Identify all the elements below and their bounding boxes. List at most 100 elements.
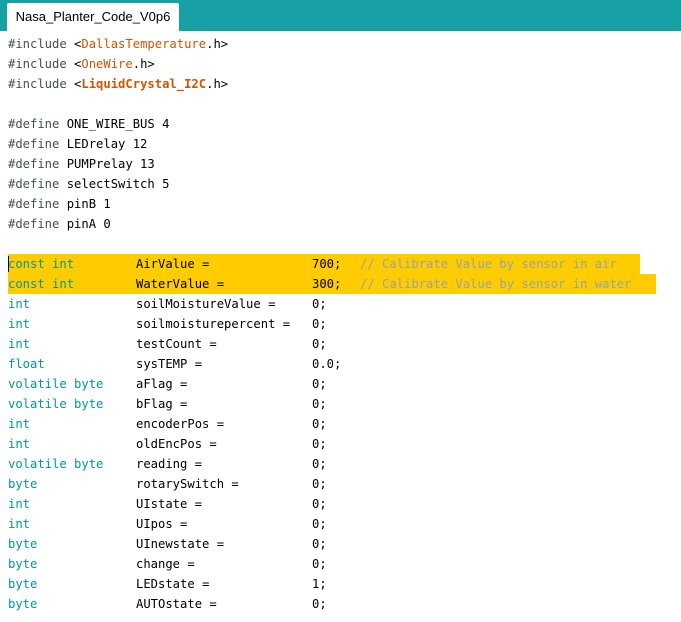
type-keyword: int: [8, 417, 31, 431]
variable-value: 0;: [312, 457, 327, 471]
code-line[interactable]: int oldEncPos = 0;: [0, 434, 681, 454]
code-line[interactable]: byte UInewstate = 0;: [0, 534, 681, 554]
variable-value: 0;: [312, 517, 327, 531]
code-text: PUMPrelay 13: [66, 157, 155, 171]
variable-name: LEDstate =: [136, 577, 210, 591]
type-keyword: byte: [8, 557, 38, 571]
code-editor[interactable]: #include < DallasTemperature .h> #include <…: [0, 34, 681, 622]
code-text: pinB 1: [66, 197, 111, 211]
variable-name: WaterValue =: [136, 277, 225, 291]
type-keyword: float: [8, 357, 45, 371]
code-line[interactable]: #define pinB 1: [0, 194, 681, 214]
code-line[interactable]: volatile byte bFlag = 0;: [0, 394, 681, 414]
code-line[interactable]: #include < LiquidCrystal_I2C .h>: [0, 74, 681, 94]
variable-name: rotarySwitch =: [136, 477, 239, 491]
code-text: <: [74, 57, 82, 71]
code-text: ONE_WIRE_BUS 4: [66, 117, 170, 131]
type-keyword: int: [8, 437, 31, 451]
code-line[interactable]: #define LEDrelay 12: [0, 134, 681, 154]
type-keyword: byte: [8, 477, 38, 491]
type-keyword: const int: [8, 257, 75, 271]
code-line[interactable]: int soilmoisturepercent = 0;: [0, 314, 681, 334]
code-line[interactable]: int soilMoistureValue = 0;: [0, 294, 681, 314]
code-line[interactable]: [0, 234, 681, 254]
variable-value: 1;: [312, 577, 327, 591]
tab-bar: Nasa_Planter_Code_V0p6: [0, 0, 681, 31]
code-line[interactable]: int encoderPos = 0;: [0, 414, 681, 434]
code-line[interactable]: byte LEDstate = 1;: [0, 574, 681, 594]
variable-name: soilmoisturepercent =: [136, 317, 291, 331]
code-line[interactable]: [0, 94, 681, 114]
variable-value: 0;: [312, 557, 327, 571]
variable-name: oldEncPos =: [136, 437, 217, 451]
code-text: selectSwitch 5: [66, 177, 170, 191]
variable-value: 300;: [312, 277, 342, 291]
preprocessor-directive: #include: [8, 37, 75, 51]
code-line[interactable]: #define selectSwitch 5: [0, 174, 681, 194]
code-line[interactable]: int testCount = 0;: [0, 334, 681, 354]
tab-sketch[interactable]: Nasa_Planter_Code_V0p6: [7, 3, 179, 31]
type-keyword: byte: [8, 597, 38, 611]
type-keyword: const int: [8, 277, 75, 291]
variable-value: 0.0;: [312, 357, 342, 371]
type-keyword: int: [8, 497, 31, 511]
library-name: OneWire: [81, 57, 133, 71]
code-line[interactable]: const int WaterValue = 300; // Calibrate Va…: [0, 274, 681, 294]
code-line[interactable]: volatile byte reading = 0;: [0, 454, 681, 474]
variable-name: bFlag =: [136, 397, 188, 411]
type-keyword: byte: [8, 577, 38, 591]
code-comment: // Calibrate Value by sensor in air: [360, 257, 617, 271]
variable-name: encoderPos =: [136, 417, 225, 431]
variable-value: 0;: [312, 497, 327, 511]
variable-value: 0;: [312, 597, 327, 611]
variable-value: 0;: [312, 317, 327, 331]
type-keyword: int: [8, 317, 31, 331]
code-line[interactable]: #include < DallasTemperature .h>: [0, 34, 681, 54]
code-line[interactable]: #define PUMPrelay 13: [0, 154, 681, 174]
code-text: .h>: [132, 57, 155, 71]
preprocessor-directive: #define: [8, 197, 67, 211]
code-text: LEDrelay 12: [66, 137, 148, 151]
preprocessor-directive: #define: [8, 177, 67, 191]
type-keyword: byte: [8, 537, 38, 551]
code-line[interactable]: #include < OneWire .h>: [0, 54, 681, 74]
code-line[interactable]: byte change = 0;: [0, 554, 681, 574]
type-keyword: int: [8, 517, 31, 531]
type-keyword: volatile byte: [8, 457, 104, 471]
variable-name: testCount =: [136, 337, 217, 351]
type-keyword: int: [8, 337, 31, 351]
code-line[interactable]: int UIpos = 0;: [0, 514, 681, 534]
variable-name: AirValue =: [136, 257, 210, 271]
variable-value: 0;: [312, 417, 327, 431]
variable-name: soilMoistureValue =: [136, 297, 276, 311]
code-comment: // Calibrate Value by sensor in water: [360, 277, 632, 291]
variable-value: 0;: [312, 377, 327, 391]
variable-value: 0;: [312, 537, 327, 551]
library-name: LiquidCrystal_I2C: [81, 77, 207, 91]
variable-name: change =: [136, 557, 195, 571]
variable-name: UIstate =: [136, 497, 203, 511]
code-line[interactable]: volatile byte aFlag = 0;: [0, 374, 681, 394]
code-line[interactable]: #define ONE_WIRE_BUS 4: [0, 114, 681, 134]
variable-value: 0;: [312, 477, 327, 491]
variable-value: 0;: [312, 297, 327, 311]
code-text: <: [74, 77, 82, 91]
variable-name: sysTEMP =: [136, 357, 203, 371]
preprocessor-directive: #define: [8, 157, 67, 171]
variable-name: reading =: [136, 457, 203, 471]
code-line[interactable]: int UIstate = 0;: [0, 494, 681, 514]
variable-name: UInewstate =: [136, 537, 225, 551]
preprocessor-directive: #include: [8, 57, 75, 71]
code-line[interactable]: byte rotarySwitch = 0;: [0, 474, 681, 494]
preprocessor-directive: #define: [8, 217, 67, 231]
code-line[interactable]: float sysTEMP = 0.0;: [0, 354, 681, 374]
preprocessor-directive: #define: [8, 137, 67, 151]
text-cursor: [8, 256, 9, 272]
code-line[interactable]: #define pinA 0: [0, 214, 681, 234]
code-text: <: [74, 37, 82, 51]
code-line[interactable]: const int AirValue = 700; // Calibrate Valu…: [0, 254, 681, 274]
type-keyword: volatile byte: [8, 397, 104, 411]
variable-name: AUTOstate =: [136, 597, 217, 611]
code-line[interactable]: byte AUTOstate = 0;: [0, 594, 681, 614]
variable-value: 0;: [312, 397, 327, 411]
